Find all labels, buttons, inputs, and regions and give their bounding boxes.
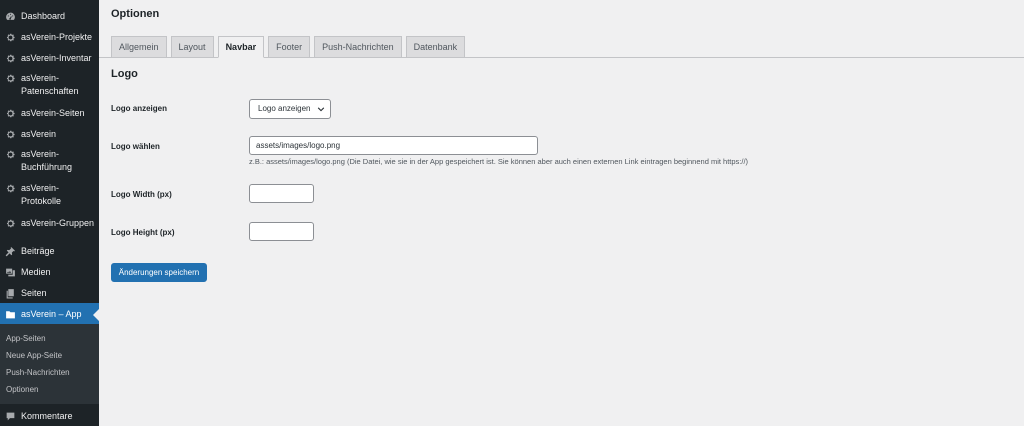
settings-tabs: Allgemein Layout Navbar Footer Push-Nach…	[111, 36, 469, 58]
admin-sidebar: Dashboard asVerein-Projekte asVerein-Inv…	[0, 0, 99, 426]
main-content: Optionen Allgemein Layout Navbar Footer …	[99, 0, 1024, 426]
sidebar-item-label: Buchführung	[21, 162, 73, 172]
sidebar-item-beitraege[interactable]: Beiträge	[0, 240, 99, 261]
logo-anzeigen-select[interactable]: Logo anzeigen	[249, 99, 331, 119]
sidebar-item-kommentare[interactable]: Kommentare	[0, 404, 99, 425]
submenu-item-push-nachrichten[interactable]: Push-Nachrichten	[0, 364, 99, 381]
dashboard-icon	[5, 11, 16, 22]
sidebar-item-asverein-app[interactable]: asVerein – App	[0, 303, 99, 324]
sidebar-item-label: asVerein	[21, 129, 57, 139]
sidebar-item-asverein[interactable]: asVerein	[0, 123, 99, 144]
gear-icon	[5, 73, 16, 84]
sidebar-item-asverein-inventar[interactable]: asVerein-Inventar	[0, 47, 99, 68]
logo-width-label: Logo Width (px)	[111, 190, 172, 199]
logo-height-label: Logo Height (px)	[111, 228, 175, 237]
sidebar-item-label: Beiträge	[21, 246, 55, 256]
tab-navbar[interactable]: Navbar	[217, 36, 265, 58]
select-value: Logo anzeigen	[258, 104, 311, 113]
sidebar-item-label: Kommentare	[21, 411, 73, 421]
logo-height-input[interactable]	[249, 222, 314, 241]
folder-icon	[5, 309, 16, 320]
sidebar-item-label: Medien	[21, 267, 51, 277]
tab-footer[interactable]: Footer	[268, 36, 311, 57]
gear-icon	[5, 218, 16, 229]
page-title: Optionen	[111, 8, 160, 20]
sidebar-item-asverein-projekte[interactable]: asVerein-Projekte	[0, 26, 99, 47]
sidebar-item-asverein-protokolle[interactable]: asVerein- Protokolle	[0, 178, 99, 212]
logo-anzeigen-label: Logo anzeigen	[111, 104, 167, 113]
sidebar-item-label: asVerein-	[21, 73, 60, 83]
logo-path-input[interactable]: assets/images/logo.png	[249, 136, 538, 155]
tab-allgemein[interactable]: Allgemein	[111, 36, 167, 57]
pin-icon	[5, 246, 16, 257]
gear-icon	[5, 129, 16, 140]
save-changes-button[interactable]: Änderungen speichern	[111, 263, 207, 282]
gear-icon	[5, 32, 16, 43]
submenu-item-optionen[interactable]: Optionen	[0, 381, 99, 398]
sidebar-item-label: asVerein-Seiten	[21, 108, 85, 118]
logo-waehlen-label: Logo wählen	[111, 142, 160, 151]
media-icon	[5, 267, 16, 278]
comment-icon	[5, 411, 16, 422]
sidebar-item-label: Seiten	[21, 288, 47, 298]
sidebar-item-label: asVerein – App	[21, 309, 82, 319]
sidebar-item-asverein-seiten[interactable]: asVerein-Seiten	[0, 102, 99, 123]
sidebar-item-dashboard[interactable]: Dashboard	[0, 5, 99, 26]
sidebar-item-label: asVerein-Inventar	[21, 53, 92, 63]
gear-icon	[5, 108, 16, 119]
section-title: Logo	[111, 68, 138, 80]
tab-push-nachrichten[interactable]: Push-Nachrichten	[314, 36, 402, 57]
gear-icon	[5, 183, 16, 194]
chevron-down-icon	[317, 107, 325, 112]
gear-icon	[5, 149, 16, 160]
tab-datenbank[interactable]: Datenbank	[405, 36, 466, 57]
sidebar-item-label: asVerein-	[21, 183, 60, 193]
sidebar-item-asverein-gruppen[interactable]: asVerein-Gruppen	[0, 212, 99, 233]
sidebar-item-label: asVerein-	[21, 149, 60, 159]
sidebar-item-label: Patenschaften	[21, 86, 79, 96]
sidebar-item-seiten[interactable]: Seiten	[0, 282, 99, 303]
sidebar-submenu: App-Seiten Neue App-Seite Push-Nachricht…	[0, 324, 99, 404]
logo-width-input[interactable]	[249, 184, 314, 203]
pages-icon	[5, 288, 16, 299]
gear-icon	[5, 53, 16, 64]
sidebar-item-label: Dashboard	[21, 11, 66, 21]
sidebar-item-label: asVerein-Projekte	[21, 32, 93, 42]
sidebar-item-label: asVerein-Gruppen	[21, 218, 95, 228]
sidebar-item-asverein-patenschaften[interactable]: asVerein- Patenschaften	[0, 68, 99, 102]
submenu-item-neue-app-seite[interactable]: Neue App-Seite	[0, 347, 99, 364]
sidebar-item-label: Protokolle	[21, 196, 62, 206]
tab-layout[interactable]: Layout	[170, 36, 214, 57]
sidebar-item-asverein-buchfuehrung[interactable]: asVerein- Buchführung	[0, 144, 99, 178]
sidebar-item-medien[interactable]: Medien	[0, 261, 99, 282]
logo-path-hint: z.B.: assets/images/logo.png (Die Datei,…	[249, 157, 749, 166]
submenu-item-app-seiten[interactable]: App-Seiten	[0, 330, 99, 347]
